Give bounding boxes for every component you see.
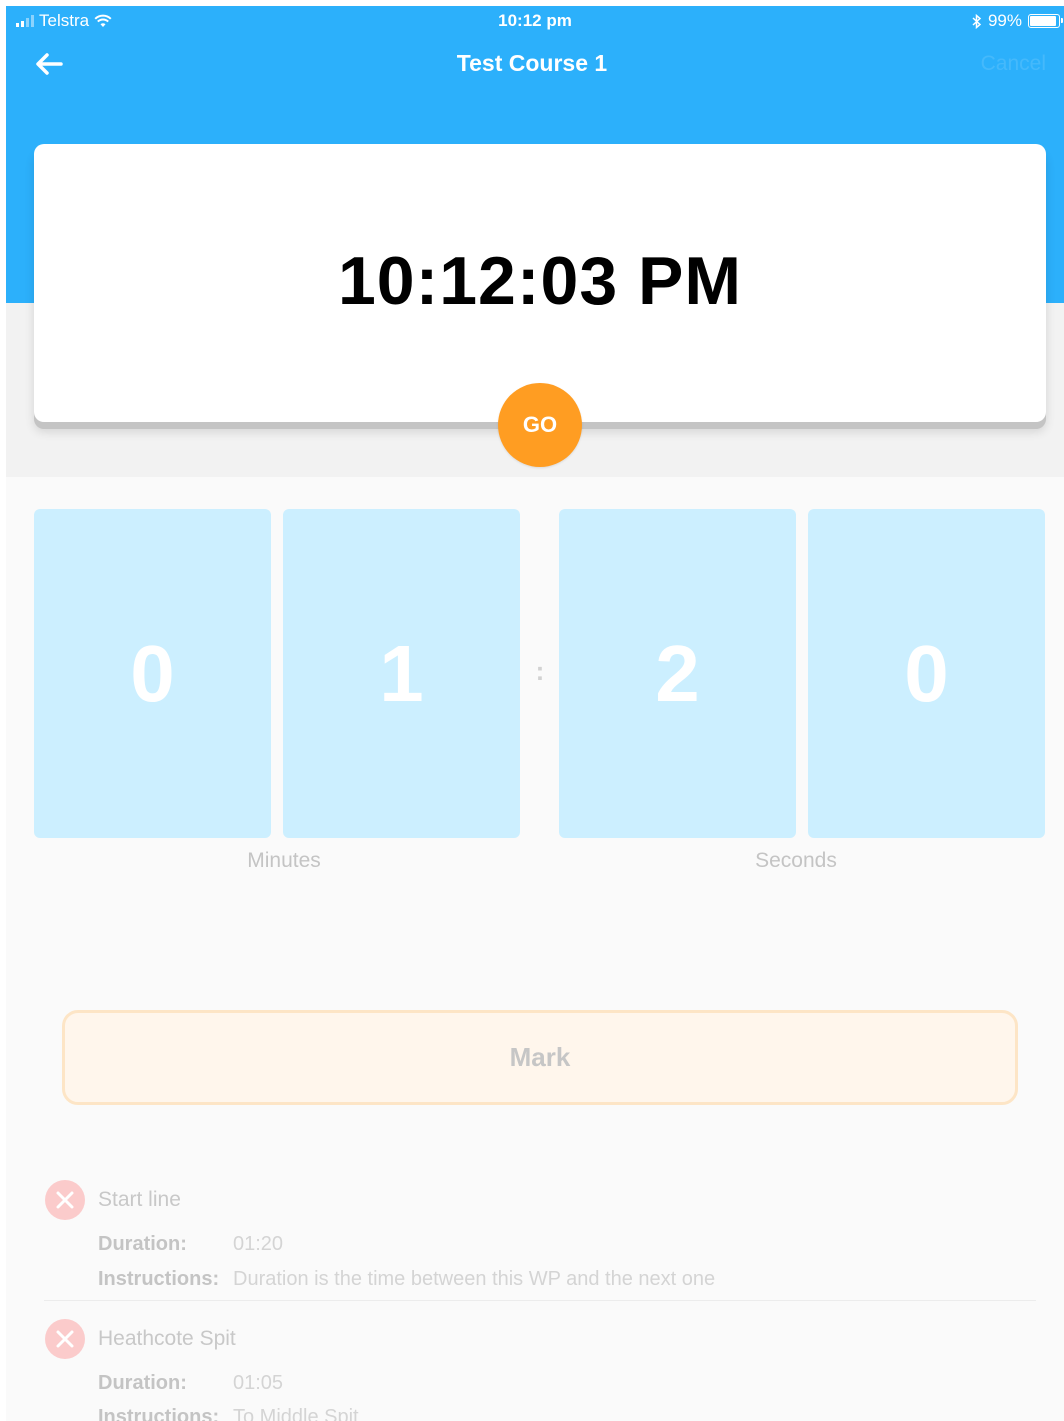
status-bar: Telstra 10:12 pm 99% — [6, 8, 1064, 34]
duration-label: Duration: — [98, 1233, 187, 1255]
waypoint-name: Heathcote Spit — [98, 1327, 236, 1350]
battery-percent: 99% — [987, 11, 1022, 30]
go-button[interactable]: GO — [498, 383, 582, 467]
page-title: Test Course 1 — [456, 50, 608, 76]
minutes-label: Minutes — [247, 849, 321, 872]
mark-button[interactable]: Mark — [62, 1010, 1018, 1105]
instructions-label: Instructions: — [98, 1268, 220, 1290]
duration-value: 01:20 — [233, 1233, 284, 1255]
remove-icon[interactable] — [45, 1319, 85, 1359]
instructions-value: To Middle Spit — [233, 1406, 359, 1421]
battery-icon — [1028, 14, 1063, 28]
remove-icon[interactable] — [45, 1180, 85, 1220]
cancel-button[interactable]: Cancel — [981, 52, 1046, 76]
status-right: 99% — [972, 11, 1063, 31]
duration-value: 01:05 — [233, 1372, 284, 1394]
minutes-tens-digit[interactable]: 0 — [34, 509, 271, 838]
app-screen: Telstra 10:12 pm 99% Test Course 1 Cance… — [0, 0, 1064, 1421]
waypoint-divider — [44, 1300, 1036, 1301]
instructions-label: Instructions: — [98, 1406, 220, 1421]
current-time: 10:12:03 PM — [337, 243, 743, 319]
seconds-tens-digit[interactable]: 2 — [559, 509, 796, 838]
status-time: 10:12 pm — [498, 11, 572, 30]
time-separator: : — [535, 656, 545, 686]
seconds-label: Seconds — [755, 849, 837, 872]
minutes-ones-digit[interactable]: 1 — [283, 509, 520, 838]
duration-label: Duration: — [98, 1372, 187, 1394]
bluetooth-icon — [972, 13, 982, 29]
top-edge — [0, 0, 1064, 6]
waypoint-name: Start line — [98, 1188, 181, 1211]
instructions-value: Duration is the time between this WP and… — [233, 1268, 716, 1290]
clock-card: 10:12:03 PM — [34, 144, 1046, 422]
seconds-ones-digit[interactable]: 0 — [808, 509, 1045, 838]
left-edge — [0, 0, 6, 1421]
